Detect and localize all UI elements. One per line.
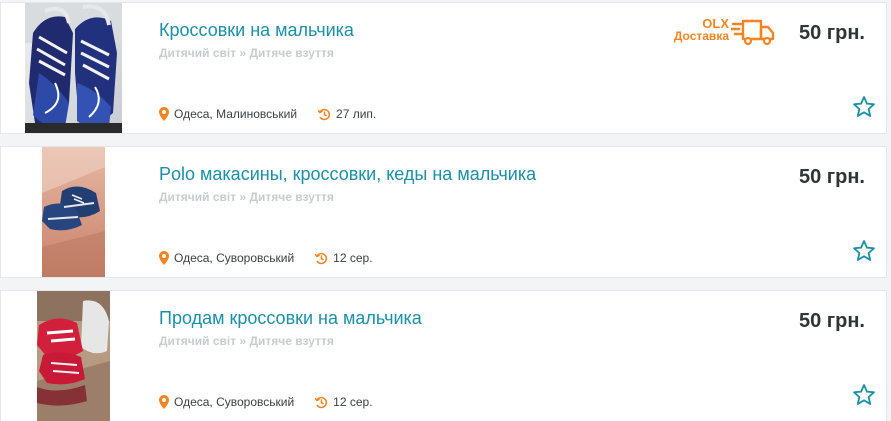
listing-title-link[interactable]: Кроссовки на мальчика [159, 20, 354, 41]
clock-icon [318, 108, 331, 120]
listing-price: 50 грн. [799, 166, 865, 188]
listing-location: Одеса, Суворовський [174, 395, 295, 409]
listing-image[interactable] [37, 291, 110, 421]
olx-delivery-line2: Доставка [673, 29, 729, 43]
listing-card[interactable]: Продам кроссовки на мальчика Дитячий сві… [0, 290, 887, 421]
olx-delivery-label: OLX Доставка [667, 17, 729, 43]
clock-icon [315, 252, 328, 264]
listing-category: Дитячий світ » Дитяче взуття [159, 334, 334, 348]
location-pin-icon [159, 395, 169, 409]
listing-card[interactable]: Кроссовки на мальчика Дитячий світ » Дит… [0, 2, 887, 134]
listing-meta: Одеса, Суворовський 12 сер. [159, 251, 373, 265]
listing-title-link[interactable]: Polo макасины, кроссовки, кеды на мальчи… [159, 164, 536, 185]
listing-date: 12 сер. [333, 251, 373, 265]
listing-location: Одеса, Суворовський [174, 251, 295, 265]
listing-category: Дитячий світ » Дитяче взуття [159, 46, 334, 60]
listing-date-wrap: 27 лип. [318, 107, 376, 121]
location-pin-icon [159, 107, 169, 121]
listing-meta: Одеса, Суворовський 12 сер. [159, 395, 373, 409]
star-icon[interactable] [852, 383, 876, 407]
clock-icon [315, 396, 328, 408]
star-icon[interactable] [852, 239, 876, 263]
listing-category: Дитячий світ » Дитяче взуття [159, 190, 334, 204]
listing-meta: Одеса, Малиновський 27 лип. [159, 107, 376, 121]
listing-title-link[interactable]: Продам кроссовки на мальчика [159, 308, 422, 329]
listing-card[interactable]: Polo макасины, кроссовки, кеды на мальчи… [0, 146, 887, 278]
location-pin-icon [159, 251, 169, 265]
listing-date: 12 сер. [333, 395, 373, 409]
listing-date: 27 лип. [336, 107, 377, 121]
listing-date-wrap: 12 сер. [315, 251, 373, 265]
olx-delivery-badge: OLX Доставка [667, 17, 779, 47]
listing-image[interactable] [25, 3, 122, 133]
listing-price: 50 грн. [799, 22, 865, 44]
star-icon[interactable] [852, 95, 876, 119]
listing-image[interactable] [42, 147, 105, 277]
listing-price: 50 грн. [799, 310, 865, 332]
listing-location: Одеса, Малиновський [174, 107, 298, 121]
delivery-truck-icon [731, 19, 775, 46]
listing-date-wrap: 12 сер. [315, 395, 373, 409]
